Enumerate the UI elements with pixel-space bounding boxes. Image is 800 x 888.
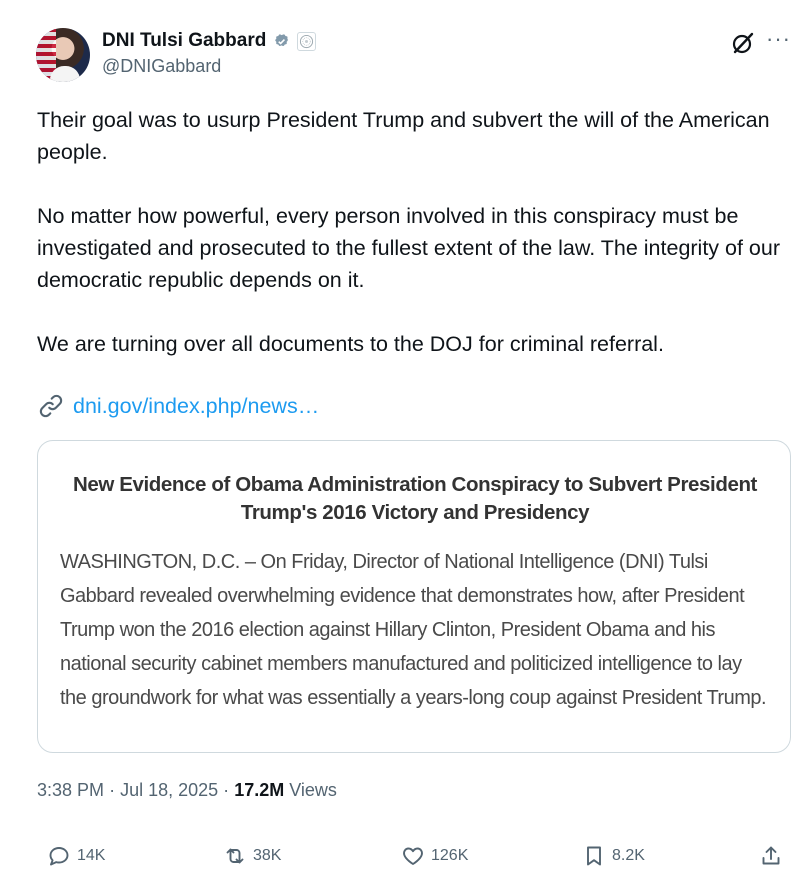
share-icon bbox=[762, 846, 780, 865]
views-label: Views bbox=[289, 780, 337, 800]
author-display-name[interactable]: DNI Tulsi Gabbard bbox=[102, 30, 266, 52]
share-button[interactable] bbox=[759, 844, 783, 868]
reply-icon bbox=[49, 847, 69, 866]
tweet-paragraph: No matter how powerful, every person inv… bbox=[37, 204, 781, 292]
grok-icon[interactable] bbox=[730, 30, 756, 56]
bookmark-button[interactable]: 8.2K bbox=[582, 844, 645, 868]
bookmark-icon bbox=[587, 846, 601, 866]
link-preview-card[interactable]: New Evidence of Obama Administration Con… bbox=[37, 440, 791, 753]
like-count: 126K bbox=[431, 847, 469, 864]
verified-badge-icon bbox=[275, 33, 289, 46]
more-options-icon[interactable]: ··· bbox=[766, 28, 792, 56]
card-title: New Evidence of Obama Administration Con… bbox=[72, 473, 757, 524]
views-count: 17.2M bbox=[234, 780, 285, 800]
tweet-date[interactable]: Jul 18, 2025 bbox=[120, 780, 218, 800]
reply-button[interactable]: 14K bbox=[47, 844, 105, 868]
card-body: WASHINGTON, D.C. – On Friday, Director o… bbox=[60, 551, 767, 709]
link-icon bbox=[39, 394, 63, 418]
author-name-row: DNI Tulsi Gabbard bbox=[102, 30, 317, 52]
author-handle[interactable]: @DNIGabbard bbox=[102, 56, 221, 77]
author-avatar[interactable] bbox=[36, 28, 90, 82]
action-bar: 14K 38K 126K 8.2K bbox=[37, 844, 787, 874]
tweet-paragraph: We are turning over all documents to the… bbox=[37, 332, 664, 356]
tweet-meta: 3:38 PM · Jul 18, 2025 · 17.2M Views bbox=[37, 780, 337, 801]
tweet-paragraph: Their goal was to usurp President Trump … bbox=[37, 108, 770, 164]
link-url[interactable]: dni.gov/index.php/news… bbox=[73, 394, 319, 419]
odni-seal-icon[interactable] bbox=[297, 31, 317, 51]
repost-count: 38K bbox=[253, 847, 282, 864]
avatar-shirt bbox=[50, 66, 80, 82]
tweet-text: Their goal was to usurp President Trump … bbox=[37, 104, 782, 360]
like-button[interactable]: 126K bbox=[401, 844, 468, 868]
bookmark-count: 8.2K bbox=[612, 847, 645, 864]
meta-separator: · bbox=[109, 780, 116, 800]
reply-count: 14K bbox=[77, 847, 106, 864]
tweet-link[interactable]: dni.gov/index.php/news… bbox=[37, 392, 319, 420]
tweet-time[interactable]: 3:38 PM bbox=[37, 780, 104, 800]
heart-icon bbox=[403, 847, 423, 865]
repost-button[interactable]: 38K bbox=[223, 844, 281, 868]
meta-separator: · bbox=[223, 780, 230, 800]
repost-icon bbox=[226, 848, 244, 864]
